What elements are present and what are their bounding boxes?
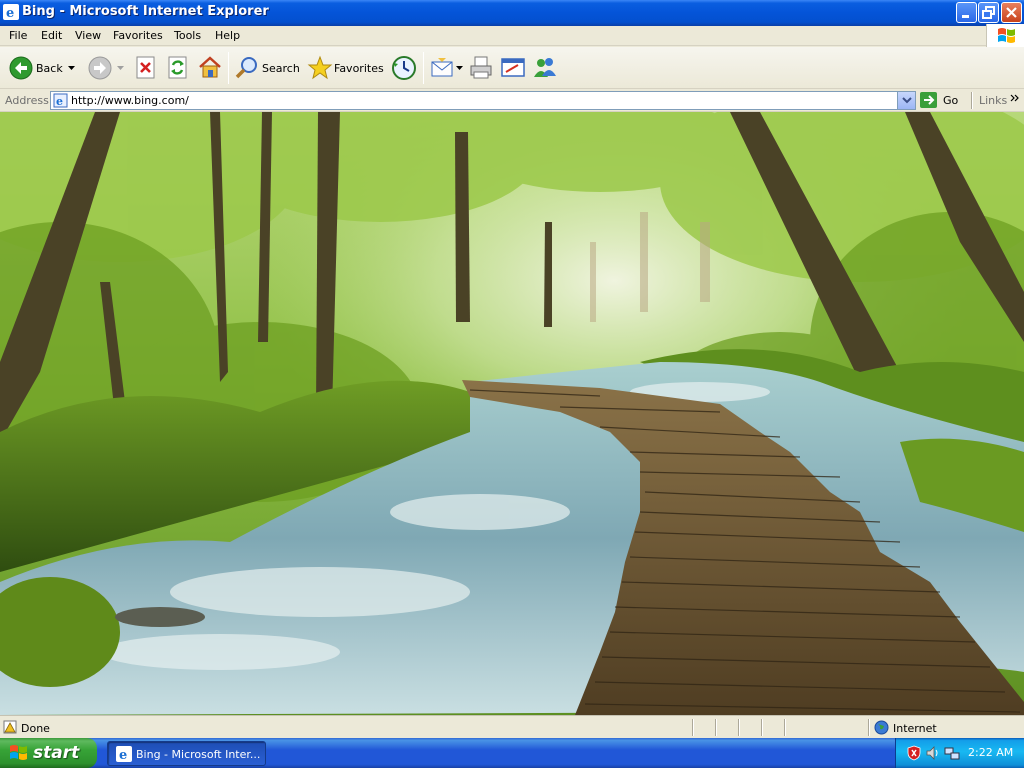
system-tray: 2:22 AM	[895, 738, 1024, 768]
close-icon	[1006, 7, 1017, 18]
search-magnifier-icon	[235, 57, 257, 79]
windows-flag-icon	[998, 28, 1015, 43]
status-bar: Done Internet	[0, 715, 1024, 737]
chevron-right-icon[interactable]	[1010, 94, 1020, 104]
stop-icon[interactable]	[135, 56, 157, 80]
chevron-down-icon	[902, 97, 912, 104]
favorites-star-icon	[307, 55, 333, 80]
windows-flag-icon	[10, 745, 27, 760]
address-url: http://www.bing.com/	[71, 94, 189, 107]
svg-text:e: e	[6, 6, 14, 20]
window-title: Bing - Microsoft Internet Explorer	[22, 4, 269, 19]
links-button[interactable]: Links	[979, 94, 1007, 107]
page-content[interactable]	[0, 112, 1024, 715]
status-separator	[715, 719, 717, 736]
restore-icon	[982, 6, 995, 19]
print-icon[interactable]	[468, 55, 494, 81]
ie-logo-icon: e	[3, 4, 19, 20]
title-bar[interactable]: e Bing - Microsoft Internet Explorer	[0, 0, 1024, 26]
address-separator	[971, 92, 973, 109]
page-done-icon	[3, 720, 17, 734]
go-label: Go	[943, 94, 959, 107]
status-separator	[868, 719, 870, 736]
address-label: Address	[5, 94, 49, 107]
taskbar-item-internet-explorer[interactable]: e Bing - Microsoft Inter...	[107, 741, 266, 766]
network-icon[interactable]	[944, 745, 960, 761]
standard-toolbar: Back Search Favorites	[0, 47, 1024, 89]
page-icon: e	[53, 93, 68, 108]
menu-favorites[interactable]: Favorites	[113, 29, 163, 44]
svg-text:e: e	[56, 95, 63, 108]
minimize-icon	[962, 15, 969, 18]
security-shield-icon[interactable]	[906, 745, 922, 761]
forest-boardwalk-background-image	[0, 112, 1024, 715]
close-button[interactable]	[1001, 2, 1022, 23]
status-separator	[761, 719, 763, 736]
toolbar-separator	[423, 52, 424, 84]
favorites-button[interactable]: Favorites	[305, 52, 385, 84]
menu-edit[interactable]: Edit	[41, 29, 62, 44]
history-icon[interactable]	[391, 55, 417, 81]
svg-text:e: e	[119, 748, 127, 762]
back-arrow-icon	[9, 56, 33, 80]
taskbar-item-label: Bing - Microsoft Inter...	[136, 748, 261, 761]
forward-dropdown-icon[interactable]	[117, 66, 124, 71]
clock[interactable]: 2:22 AM	[968, 746, 1013, 759]
refresh-icon[interactable]	[167, 56, 189, 80]
menu-view[interactable]: View	[75, 29, 101, 44]
start-button[interactable]: start	[0, 738, 97, 768]
restore-button[interactable]	[978, 2, 999, 23]
menu-file[interactable]: File	[9, 29, 27, 44]
menu-help[interactable]: Help	[215, 29, 240, 44]
address-dropdown-button[interactable]	[897, 92, 915, 109]
minimize-button[interactable]	[956, 2, 977, 23]
forward-button[interactable]	[85, 52, 127, 84]
ie-logo-icon: e	[116, 746, 132, 762]
status-separator	[784, 719, 786, 736]
internet-globe-icon	[874, 720, 889, 735]
status-separator	[692, 719, 694, 736]
volume-icon[interactable]	[925, 745, 941, 761]
menu-bar: File Edit View Favorites Tools Help	[0, 26, 1024, 46]
back-button[interactable]: Back	[6, 52, 78, 84]
go-arrow-icon	[920, 92, 937, 108]
mail-dropdown-icon[interactable]	[456, 66, 463, 71]
address-field[interactable]: e http://www.bing.com/	[50, 91, 916, 110]
search-button[interactable]: Search	[233, 52, 300, 84]
menu-tools[interactable]: Tools	[174, 29, 201, 44]
home-icon[interactable]	[198, 55, 222, 79]
back-label: Back	[36, 62, 63, 75]
search-label: Search	[262, 62, 300, 75]
address-bar: Address e http://www.bing.com/ Go Links	[0, 89, 1024, 112]
toolbar-separator	[228, 52, 229, 84]
edit-icon[interactable]	[500, 56, 526, 80]
status-separator	[738, 719, 740, 736]
start-label: start	[33, 743, 80, 763]
messenger-icon[interactable]	[532, 55, 558, 81]
status-text: Done	[21, 722, 50, 735]
windows-logo	[986, 24, 1024, 48]
mail-icon[interactable]	[430, 56, 454, 80]
forward-arrow-icon	[88, 56, 112, 80]
taskbar: start e Bing - Microsoft Inter... 2:22 A…	[0, 738, 1024, 768]
back-dropdown-icon[interactable]	[68, 66, 75, 71]
favorites-label: Favorites	[334, 62, 384, 75]
security-zone-text: Internet	[893, 722, 937, 735]
